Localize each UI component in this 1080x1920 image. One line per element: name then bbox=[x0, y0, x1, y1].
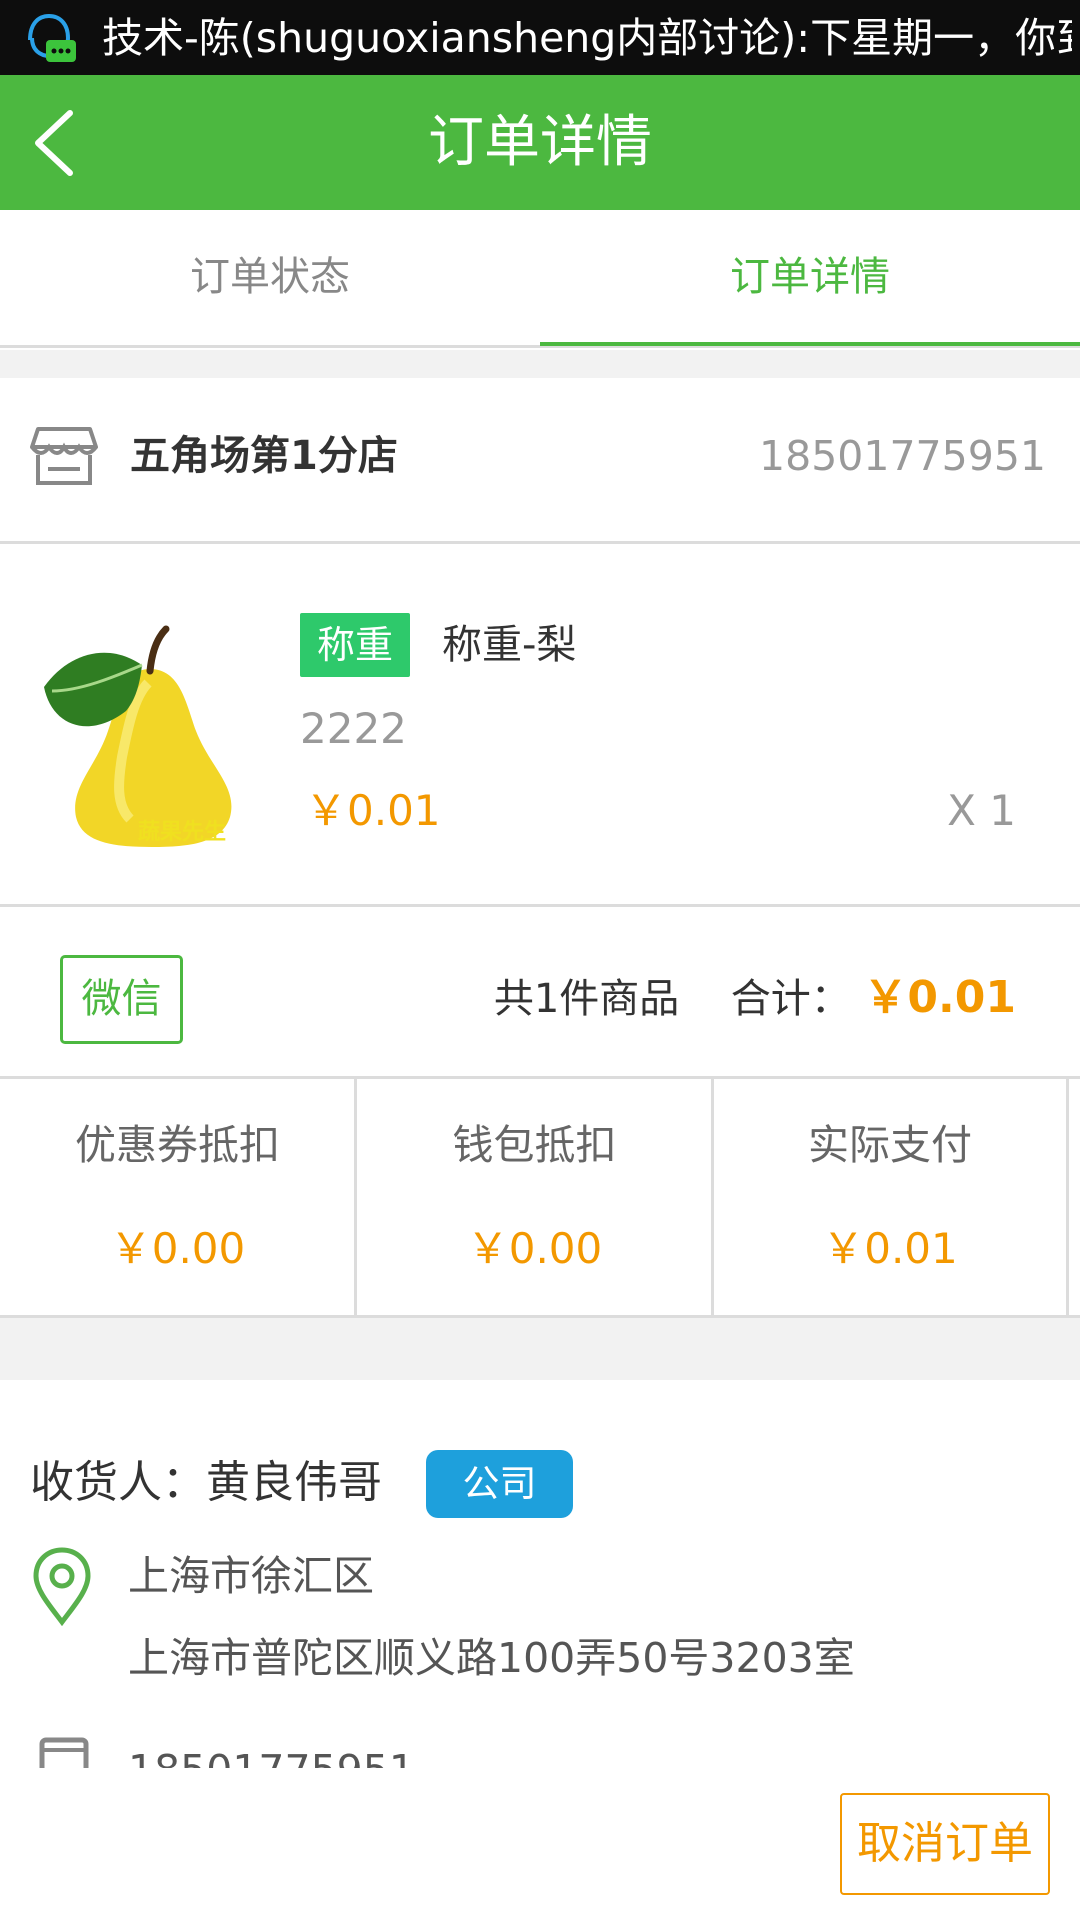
product-code: 2222 bbox=[300, 704, 407, 753]
actual-payment-cell: 实际支付 ￥0.01 bbox=[714, 1079, 1066, 1315]
page-title: 订单详情 bbox=[428, 110, 652, 175]
back-arrow-icon[interactable] bbox=[18, 103, 98, 183]
weighed-tag: 称重 bbox=[300, 613, 410, 677]
total-amount: ￥0.01 bbox=[863, 972, 1016, 1023]
store-icon bbox=[30, 427, 98, 485]
store-name: 五角场第1分店 bbox=[130, 433, 398, 479]
phone-icon bbox=[39, 1737, 89, 1770]
product-name: 称重-梨 bbox=[442, 622, 577, 668]
product-image-watermark: 蔬果先生 bbox=[138, 819, 226, 845]
cancel-order-button[interactable]: 取消订单 bbox=[840, 1793, 1050, 1895]
actual-payment-value: ￥0.01 bbox=[822, 1224, 958, 1273]
tab-order-detail[interactable]: 订单详情 bbox=[540, 210, 1080, 345]
location-pin-icon bbox=[33, 1547, 91, 1626]
section-gap bbox=[0, 350, 1080, 378]
pear-product-image: 蔬果先生 bbox=[30, 607, 270, 847]
column-divider bbox=[1066, 1079, 1069, 1315]
tab-bar: 订单状态 订单详情 bbox=[0, 210, 1080, 348]
tab-order-status[interactable]: 订单状态 bbox=[0, 210, 540, 345]
wallet-deduction-value: ￥0.00 bbox=[466, 1224, 603, 1273]
coupon-deduction-value: ￥0.00 bbox=[109, 1224, 246, 1273]
item-count-text: 共1件商品 bbox=[493, 976, 680, 1022]
bottom-action-bar: 取消订单 bbox=[0, 1768, 1080, 1920]
coupon-deduction-label: 优惠券抵扣 bbox=[75, 1121, 280, 1169]
address-district: 上海市徐汇区 bbox=[128, 1552, 374, 1600]
contact-phone[interactable]: 18501775951 bbox=[128, 1740, 415, 1770]
summary-total: 共1件商品 合计： ￥0.01 bbox=[494, 968, 1016, 1028]
notification-bar[interactable]: 技术-陈(shuguoxiansheng内部讨论):下星期一，你到 bbox=[0, 0, 1080, 75]
active-tab-indicator bbox=[540, 342, 1080, 346]
payment-breakdown: 优惠券抵扣 ￥0.00 钱包抵扣 ￥0.00 实际支付 ￥0.01 bbox=[0, 1076, 1080, 1318]
wallet-deduction-label: 钱包抵扣 bbox=[452, 1121, 617, 1169]
actual-payment-label: 实际支付 bbox=[808, 1121, 972, 1169]
product-item[interactable]: 蔬果先生 称重 称重-梨 2222 ￥0.01 X 1 bbox=[0, 545, 1080, 907]
wallet-deduction-cell: 钱包抵扣 ￥0.00 bbox=[357, 1079, 712, 1315]
section-gap bbox=[0, 1318, 1080, 1380]
store-phone[interactable]: 18501775951 bbox=[759, 426, 1046, 486]
address-detail: 上海市普陀区顺义路100弄50号3203室 bbox=[128, 1634, 855, 1682]
payment-method-badge: 微信 bbox=[60, 955, 183, 1044]
total-label: 合计： bbox=[730, 976, 851, 1022]
app-header: 订单详情 bbox=[0, 75, 1080, 210]
order-summary: 微信 共1件商品 合计： ￥0.01 bbox=[0, 908, 1080, 1076]
store-row[interactable]: 五角场第1分店 18501775951 bbox=[0, 378, 1080, 544]
notification-text: 技术-陈(shuguoxiansheng内部讨论):下星期一，你到 bbox=[102, 14, 1072, 62]
consignee-name: 收货人：黄良伟哥 bbox=[30, 1457, 382, 1508]
delivery-address: 收货人：黄良伟哥 公司 上海市徐汇区 上海市普陀区顺义路100弄50号3203室… bbox=[0, 1380, 1080, 1770]
address-type-tag: 公司 bbox=[426, 1450, 573, 1518]
chat-bubble-icon bbox=[28, 13, 76, 62]
product-price: ￥0.01 bbox=[305, 786, 441, 835]
product-quantity: X 1 bbox=[947, 786, 1016, 835]
coupon-deduction-cell: 优惠券抵扣 ￥0.00 bbox=[0, 1079, 355, 1315]
